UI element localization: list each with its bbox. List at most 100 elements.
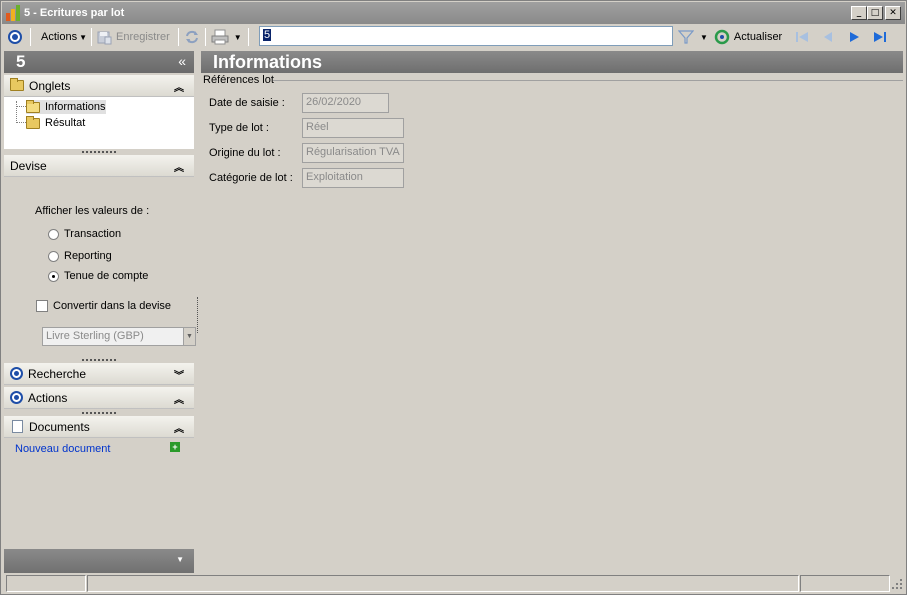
chevron-down-icon[interactable]: ▼: [176, 555, 184, 564]
toolbar-separator: [30, 28, 31, 46]
close-button[interactable]: ✕: [885, 6, 901, 20]
app-icon: [6, 5, 20, 21]
chevron-down-icon[interactable]: ▼: [183, 328, 195, 345]
batch-type-label: Type de lot :: [209, 122, 269, 134]
radio-account-keeping-label: Tenue de compte: [64, 270, 149, 282]
currency-select-value: Livre Sterling (GBP): [46, 330, 144, 342]
documents-section-body: Nouveau document +: [4, 438, 194, 460]
window-controls: _ □ ✕: [851, 6, 901, 20]
actions-menu-button[interactable]: Actions ▼: [41, 31, 87, 43]
batch-type-field: Réel: [302, 118, 404, 138]
batch-category-label: Catégorie de lot :: [209, 172, 293, 184]
window-title: 5 - Ecritures par lot: [24, 7, 125, 19]
actions-section-header[interactable]: Actions ︽: [4, 387, 194, 409]
chevron-down-icon: ▼: [79, 32, 87, 42]
radio-reporting-label: Reporting: [64, 250, 112, 262]
radio-reporting[interactable]: [48, 251, 59, 262]
folder-icon: [10, 78, 24, 91]
batch-origin-value: Régularisation TVA: [306, 146, 400, 158]
batch-origin-label: Origine du lot :: [209, 147, 281, 159]
toolbar: Actions ▼ Enregistrer ▼ 5 ▼ Actualiser: [2, 25, 905, 49]
maximize-button[interactable]: □: [867, 6, 883, 20]
convert-currency-checkbox[interactable]: [36, 300, 48, 312]
folder-icon: [26, 115, 40, 129]
document-icon: [12, 420, 23, 433]
save-button[interactable]: Enregistrer: [96, 29, 170, 45]
toolbar-separator: [91, 28, 92, 46]
currency-select[interactable]: Livre Sterling (GBP) ▼: [42, 327, 196, 346]
batch-type-value: Réel: [306, 121, 329, 133]
documents-section-header[interactable]: Documents ︽: [4, 416, 194, 438]
entry-date-field: 26/02/2020: [302, 93, 389, 113]
tab-informations-label: Informations: [45, 101, 106, 113]
batch-origin-field: Régularisation TVA: [302, 143, 404, 163]
circle-target-icon[interactable]: [8, 30, 22, 44]
toolbar-separator: [204, 28, 206, 46]
group-divider: [273, 80, 903, 81]
search-input[interactable]: 5: [259, 26, 673, 46]
status-cell: [6, 575, 86, 592]
add-icon[interactable]: +: [170, 442, 180, 452]
filter-dropdown-icon[interactable]: ▼: [700, 33, 708, 42]
tabs-tree: Informations Résultat: [4, 97, 194, 149]
currency-section-body: Afficher les valeurs de : Transaction Re…: [4, 177, 198, 353]
filter-icon[interactable]: [678, 29, 694, 45]
folder-open-icon: [26, 99, 40, 113]
currency-section-title: Devise: [10, 158, 47, 173]
page-title-bar: Informations: [201, 51, 903, 73]
batch-category-field: Exploitation: [302, 168, 404, 188]
first-icon[interactable]: [794, 29, 810, 45]
convert-currency-label: Convertir dans la devise: [53, 300, 172, 312]
status-cell: [800, 575, 890, 592]
toolbar-separator: [177, 28, 179, 46]
entry-date-label: Date de saisie :: [209, 97, 285, 109]
resize-grip-icon[interactable]: [891, 578, 903, 590]
radio-transaction[interactable]: [48, 229, 59, 240]
collapse-sidebar-icon[interactable]: «: [178, 53, 186, 69]
documents-section-title: Documents: [29, 419, 90, 434]
status-cell: [87, 575, 799, 592]
circle-target-icon: [10, 391, 23, 404]
chevron-up-icon[interactable]: ︽: [174, 391, 184, 406]
print-icon[interactable]: [210, 28, 230, 46]
toolbar-separator: [247, 28, 249, 46]
tabs-section-header[interactable]: Onglets ︽: [4, 75, 194, 97]
actions-menu-label: Actions: [41, 31, 78, 43]
group-title: Références lot: [203, 74, 274, 86]
search-section-header[interactable]: Recherche ︾: [4, 363, 194, 385]
chevron-up-icon[interactable]: ︽: [174, 420, 184, 435]
chevron-up-icon[interactable]: ︽: [174, 159, 184, 174]
tab-resultat[interactable]: Résultat: [26, 115, 86, 130]
sidebar-header: 5 «: [4, 51, 194, 73]
print-dropdown-icon[interactable]: ▼: [234, 33, 242, 42]
refresh-label: Actualiser: [733, 31, 783, 43]
minimize-button[interactable]: _: [851, 6, 867, 20]
app-window: 5 - Ecritures par lot _ □ ✕ Actions ▼ En…: [0, 0, 907, 595]
refresh-green-icon: [714, 29, 730, 45]
show-values-label: Afficher les valeurs de :: [35, 205, 150, 217]
currency-section-header[interactable]: Devise ︽: [4, 155, 194, 177]
last-icon[interactable]: [872, 29, 888, 45]
batch-category-value: Exploitation: [306, 171, 363, 183]
radio-account-keeping[interactable]: [48, 271, 59, 282]
next-icon[interactable]: [846, 29, 862, 45]
entry-date-value: 26/02/2020: [306, 96, 362, 108]
chevron-up-icon[interactable]: ︽: [174, 79, 184, 94]
new-document-link[interactable]: Nouveau document: [15, 443, 110, 455]
prev-icon[interactable]: [820, 29, 836, 45]
status-bar: [2, 574, 905, 594]
refresh-icon[interactable]: [183, 28, 201, 46]
refresh-button[interactable]: Actualiser: [714, 29, 782, 45]
title-bar: 5 - Ecritures par lot _ □ ✕: [2, 2, 905, 24]
save-label: Enregistrer: [116, 31, 170, 43]
chevron-down-double-icon[interactable]: ︾: [174, 367, 184, 382]
tab-informations[interactable]: Informations: [26, 99, 106, 114]
search-input-value: 5: [263, 29, 272, 41]
page-title: Informations: [213, 51, 323, 72]
tab-resultat-label: Résultat: [45, 117, 86, 129]
actions-section-title: Actions: [28, 390, 68, 405]
search-section-title: Recherche: [28, 366, 87, 381]
sidebar: 5 « Onglets ︽ Informations Résultat Devi…: [4, 51, 198, 573]
radio-transaction-label: Transaction: [64, 228, 122, 240]
sidebar-footer[interactable]: ▼: [4, 549, 194, 573]
